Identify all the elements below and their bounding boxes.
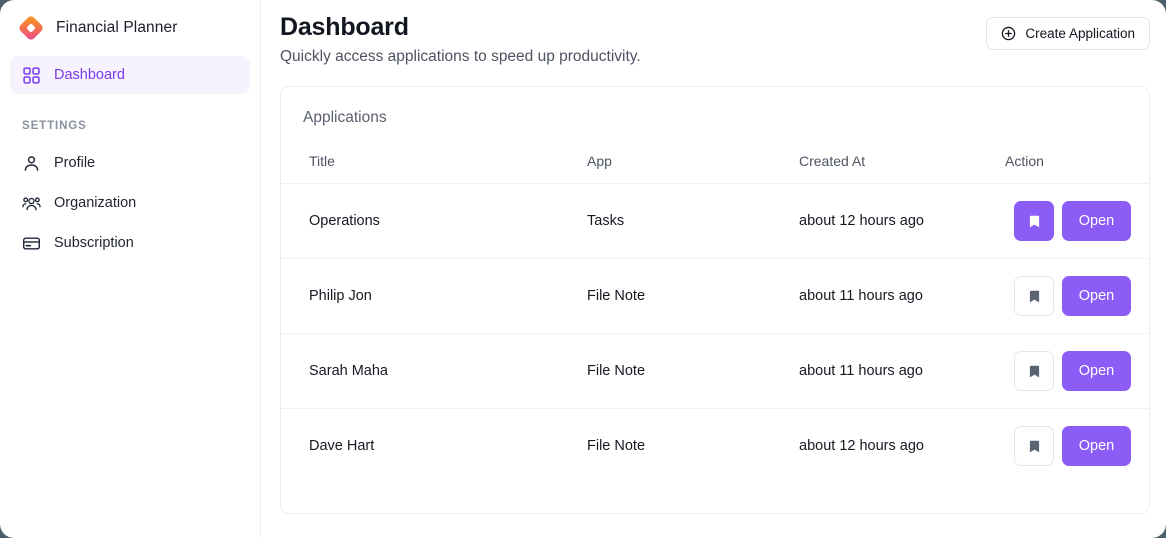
open-button[interactable]: Open bbox=[1062, 426, 1131, 467]
cell-app: File Note bbox=[587, 333, 799, 409]
sidebar-item-label: Subscription bbox=[54, 235, 134, 251]
cell-action: Open bbox=[1005, 333, 1149, 409]
page-title: Dashboard bbox=[280, 13, 409, 41]
brand: Financial Planner bbox=[10, 0, 250, 56]
page-header: Dashboard Quickly access applications to… bbox=[280, 0, 1150, 66]
cell-title: Philip Jon bbox=[281, 258, 587, 334]
create-application-button[interactable]: Create Application bbox=[986, 17, 1150, 50]
sidebar-item-dashboard[interactable]: Dashboard bbox=[10, 56, 250, 94]
cell-action: Open bbox=[1005, 183, 1149, 259]
cell-app: Tasks bbox=[587, 183, 799, 259]
column-header-app: App bbox=[587, 127, 799, 184]
bookmark-button[interactable] bbox=[1014, 351, 1054, 391]
cell-app: File Note bbox=[587, 438, 646, 455]
diamond-logo-icon bbox=[18, 15, 44, 41]
cell-app: File Note bbox=[587, 258, 799, 334]
cell-created-at: about 11 hours ago bbox=[799, 333, 1005, 409]
table-header-row: Title App Created At Action bbox=[281, 127, 1149, 184]
sidebar-item-label: Dashboard bbox=[54, 67, 125, 83]
cell-title: Dave Hart bbox=[309, 438, 375, 455]
table-row: Operations Tasks about 12 hours ago Open bbox=[281, 183, 1149, 259]
bookmark-icon bbox=[1029, 365, 1039, 377]
bookmark-button[interactable] bbox=[1014, 426, 1054, 467]
sidebar-section-settings: SETTINGS bbox=[22, 120, 87, 132]
credit-card-icon bbox=[22, 234, 41, 253]
sidebar-item-organization[interactable]: Organization bbox=[10, 184, 250, 222]
cell-created-at: about 12 hours ago bbox=[799, 438, 924, 455]
page-subtitle: Quickly access applications to speed up … bbox=[280, 48, 641, 65]
table-row: Sarah Maha File Note about 11 hours ago bbox=[281, 333, 1149, 409]
table-row: Philip Jon File Note about 11 hours ago bbox=[281, 258, 1149, 334]
column-header-title: Title bbox=[281, 127, 587, 184]
applications-table: Title App Created At Action Operations T… bbox=[281, 127, 1149, 484]
grid-icon bbox=[22, 66, 41, 85]
sidebar-item-label: Profile bbox=[54, 155, 96, 171]
cell-created-at: about 11 hours ago bbox=[799, 258, 1005, 334]
sidebar-item-subscription[interactable]: Subscription bbox=[10, 224, 250, 262]
bookmark-icon bbox=[1029, 290, 1039, 302]
brand-name: Financial Planner bbox=[56, 19, 178, 36]
column-header-created-at: Created At bbox=[799, 127, 1005, 184]
column-header-action: Action bbox=[1005, 127, 1149, 184]
bookmark-button[interactable] bbox=[1014, 201, 1054, 241]
cell-action: Open bbox=[1005, 258, 1149, 334]
table-row: Dave Hart File Note about 12 hours ago O… bbox=[281, 409, 1149, 484]
user-icon bbox=[22, 154, 41, 173]
table-head: Title App Created At Action bbox=[281, 127, 1149, 184]
cell-title: Sarah Maha bbox=[281, 333, 587, 409]
app-window: Financial Planner Dashboard SETTINGS Pro… bbox=[0, 0, 1166, 538]
create-application-label: Create Application bbox=[1025, 26, 1135, 41]
open-button[interactable]: Open bbox=[1062, 351, 1131, 391]
bookmark-button[interactable] bbox=[1014, 276, 1054, 316]
sidebar: Financial Planner Dashboard SETTINGS Pro… bbox=[0, 0, 261, 538]
cell-title: Operations bbox=[281, 183, 587, 259]
bookmark-icon bbox=[1029, 440, 1039, 453]
open-button[interactable]: Open bbox=[1062, 276, 1131, 316]
open-button[interactable]: Open bbox=[1062, 201, 1131, 241]
sidebar-item-label: Organization bbox=[54, 195, 137, 211]
main-content: Dashboard Quickly access applications to… bbox=[261, 0, 1166, 538]
cell-action: Open bbox=[1005, 409, 1149, 484]
page-header-text: Dashboard Quickly access applications to… bbox=[280, 10, 641, 66]
card-title: Applications bbox=[303, 109, 387, 126]
bookmark-icon bbox=[1029, 215, 1039, 227]
plus-circle-icon bbox=[1001, 26, 1016, 41]
row-actions: Open bbox=[1005, 201, 1131, 241]
users-group-icon bbox=[22, 194, 41, 213]
cell-created-at: about 12 hours ago bbox=[799, 183, 1005, 259]
row-actions: Open bbox=[1005, 276, 1131, 316]
row-actions: Open bbox=[1005, 351, 1131, 391]
table-body: Operations Tasks about 12 hours ago Open… bbox=[281, 183, 1149, 484]
applications-card: Applications Title App Created At Action… bbox=[280, 86, 1150, 514]
row-actions: Open bbox=[1005, 426, 1131, 467]
sidebar-item-profile[interactable]: Profile bbox=[10, 144, 250, 182]
